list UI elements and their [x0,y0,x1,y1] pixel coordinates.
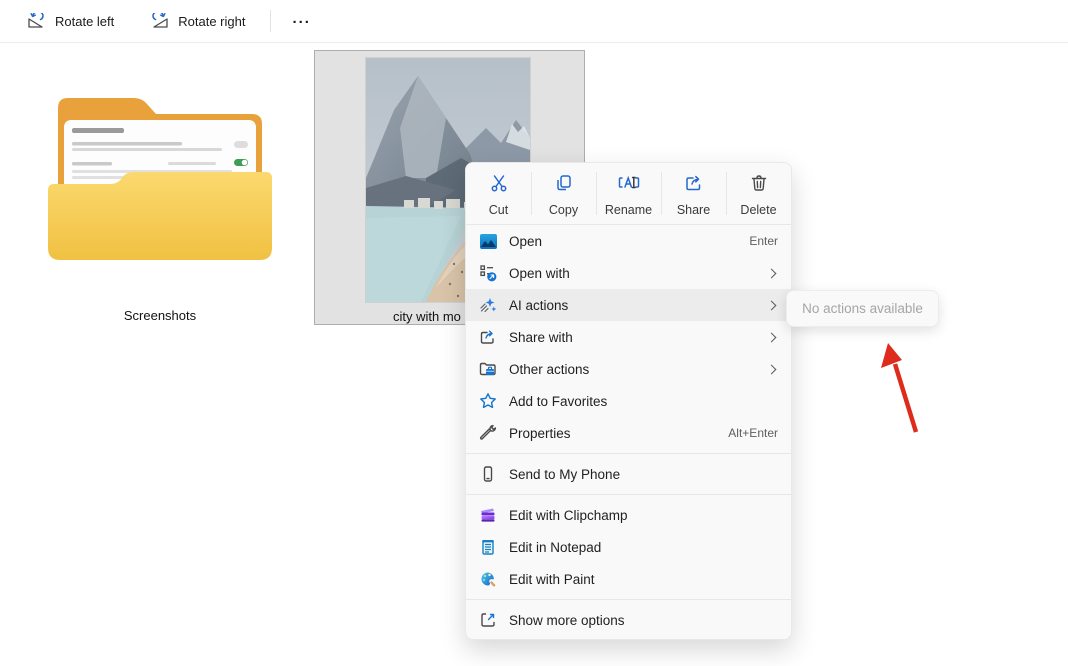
context-menu: Cut Copy Rename [465,162,792,640]
red-annotation-arrow [868,332,948,447]
chevron-right-icon [767,364,777,374]
delete-icon [749,173,769,198]
chevron-right-icon [767,268,777,278]
chevron-right-icon [767,332,777,342]
menu-item-send-to-my-phone[interactable]: Send to My Phone [466,458,791,490]
menu-item-label: Open with [509,266,570,281]
more-options-button[interactable]: ... [280,6,323,37]
menu-divider [466,494,791,495]
rotate-right-label: Rotate right [178,14,245,29]
share-with-icon [479,328,497,346]
paint-icon [479,570,497,588]
menu-item-other-actions[interactable]: Other actions [466,353,791,385]
copy-button[interactable]: Copy [531,163,596,224]
cut-icon [489,173,509,198]
menu-item-open[interactable]: Open Enter [466,225,791,257]
menu-divider [466,453,791,454]
rotate-right-button[interactable]: Rotate right [139,6,256,37]
menu-item-add-to-favorites[interactable]: Add to Favorites [466,385,791,417]
clipchamp-icon [479,506,497,524]
menu-item-edit-with-paint[interactable]: Edit with Paint [466,563,791,595]
menu-item-label: Send to My Phone [509,467,620,482]
menu-item-label: Other actions [509,362,589,377]
folder-icon [48,249,272,266]
ai-sparkles-icon [479,296,497,314]
menu-item-properties[interactable]: Properties Alt+Enter [466,417,791,449]
image-name-label: city with mo [393,309,461,324]
other-actions-icon [479,360,497,378]
menu-item-label: Show more options [509,613,625,628]
chevron-right-icon [767,300,777,310]
menu-item-show-more-options[interactable]: Show more options [466,604,791,636]
cut-button[interactable]: Cut [466,163,531,224]
toolbar: Rotate left Rotate right ... [0,0,1068,43]
rotate-left-button[interactable]: Rotate left [16,6,125,37]
menu-item-label: Edit with Paint [509,572,595,587]
cut-label: Cut [489,203,508,217]
menu-item-ai-actions[interactable]: AI actions [466,289,791,321]
tooltip-text: No actions available [802,301,923,316]
open-with-icon [479,264,497,282]
wrench-icon [479,424,497,442]
rotate-right-icon [150,13,169,30]
menu-item-label: Edit with Clipchamp [509,508,628,523]
show-more-icon [479,611,497,629]
menu-item-label: Edit in Notepad [509,540,601,555]
menu-item-label: Properties [509,426,571,441]
share-label: Share [677,203,710,217]
rotate-left-label: Rotate left [55,14,114,29]
menu-item-edit-with-clipchamp[interactable]: Edit with Clipchamp [466,499,791,531]
context-menu-list: Open Enter Open with [466,225,791,636]
folder-name-label: Screenshots [48,308,272,323]
menu-item-share-with[interactable]: Share with [466,321,791,353]
delete-button[interactable]: Delete [726,163,791,224]
no-actions-tooltip: No actions available [786,290,939,327]
shortcut-label: Enter [749,234,778,248]
menu-item-label: Share with [509,330,573,345]
open-icon [479,232,497,250]
menu-item-open-with[interactable]: Open with [466,257,791,289]
shortcut-label: Alt+Enter [728,426,778,440]
menu-divider [466,599,791,600]
folder-tile-screenshots[interactable]: Screenshots [48,86,272,267]
more-options-icon: ... [292,10,311,27]
quick-actions-row: Cut Copy Rename [466,163,791,225]
copy-icon [554,173,574,198]
rename-label: Rename [605,203,652,217]
star-icon [479,392,497,410]
rename-button[interactable]: Rename [596,163,661,224]
share-button[interactable]: Share [661,163,726,224]
copy-label: Copy [549,203,578,217]
notepad-icon [479,538,497,556]
menu-item-edit-in-notepad[interactable]: Edit in Notepad [466,531,791,563]
rename-icon [618,173,640,198]
menu-item-label: Open [509,234,542,249]
menu-item-label: Add to Favorites [509,394,607,409]
share-icon [684,173,704,198]
menu-item-label: AI actions [509,298,568,313]
delete-label: Delete [740,203,776,217]
rotate-left-icon [27,13,46,30]
phone-icon [479,465,497,483]
toolbar-divider [270,10,271,32]
